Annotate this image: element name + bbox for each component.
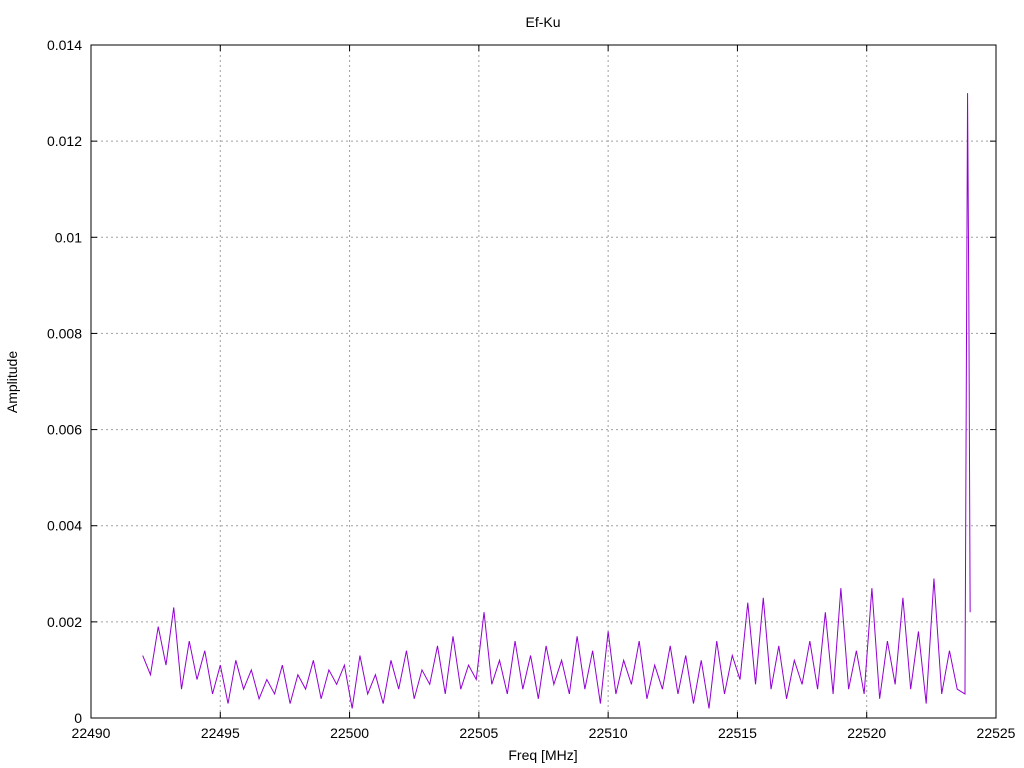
y-tick-label: 0.006 (47, 422, 82, 438)
x-tick-label: 22495 (201, 725, 240, 741)
chart-title: Ef-Ku (525, 14, 560, 30)
y-tick-label: 0.002 (47, 614, 82, 630)
x-tick-label: 22510 (589, 725, 628, 741)
y-tick-labels: 0 0.002 0.004 0.006 0.008 0.01 0.012 0.014 (47, 37, 82, 726)
series-line (142, 93, 971, 709)
series (142, 93, 971, 709)
chart: Ef-Ku 22490 22495 22500 22505 22510 22515 2252… (4, 14, 1016, 763)
x-tick-label: 22520 (847, 725, 886, 741)
x-tick-label: 22505 (459, 725, 498, 741)
y-tick-label: 0.014 (47, 37, 82, 53)
y-tick-label: 0.01 (55, 229, 82, 245)
y-tick-label: 0 (74, 710, 82, 726)
x-tick-label: 22500 (330, 725, 369, 741)
x-tick-labels: 22490 22495 22500 22505 22510 22515 22520 22525 (72, 725, 1016, 741)
y-tick-label: 0.012 (47, 133, 82, 149)
y-tick-label: 0.004 (47, 518, 82, 534)
grid (91, 45, 996, 718)
x-axis-label: Freq [MHz] (508, 747, 577, 763)
ticks (90, 44, 997, 719)
x-tick-label: 22525 (977, 725, 1016, 741)
x-tick-label: 22515 (718, 725, 757, 741)
y-tick-label: 0.008 (47, 325, 82, 341)
plot-border (90, 44, 997, 719)
x-tick-label: 22490 (72, 725, 111, 741)
y-axis-label: Amplitude (4, 351, 20, 413)
